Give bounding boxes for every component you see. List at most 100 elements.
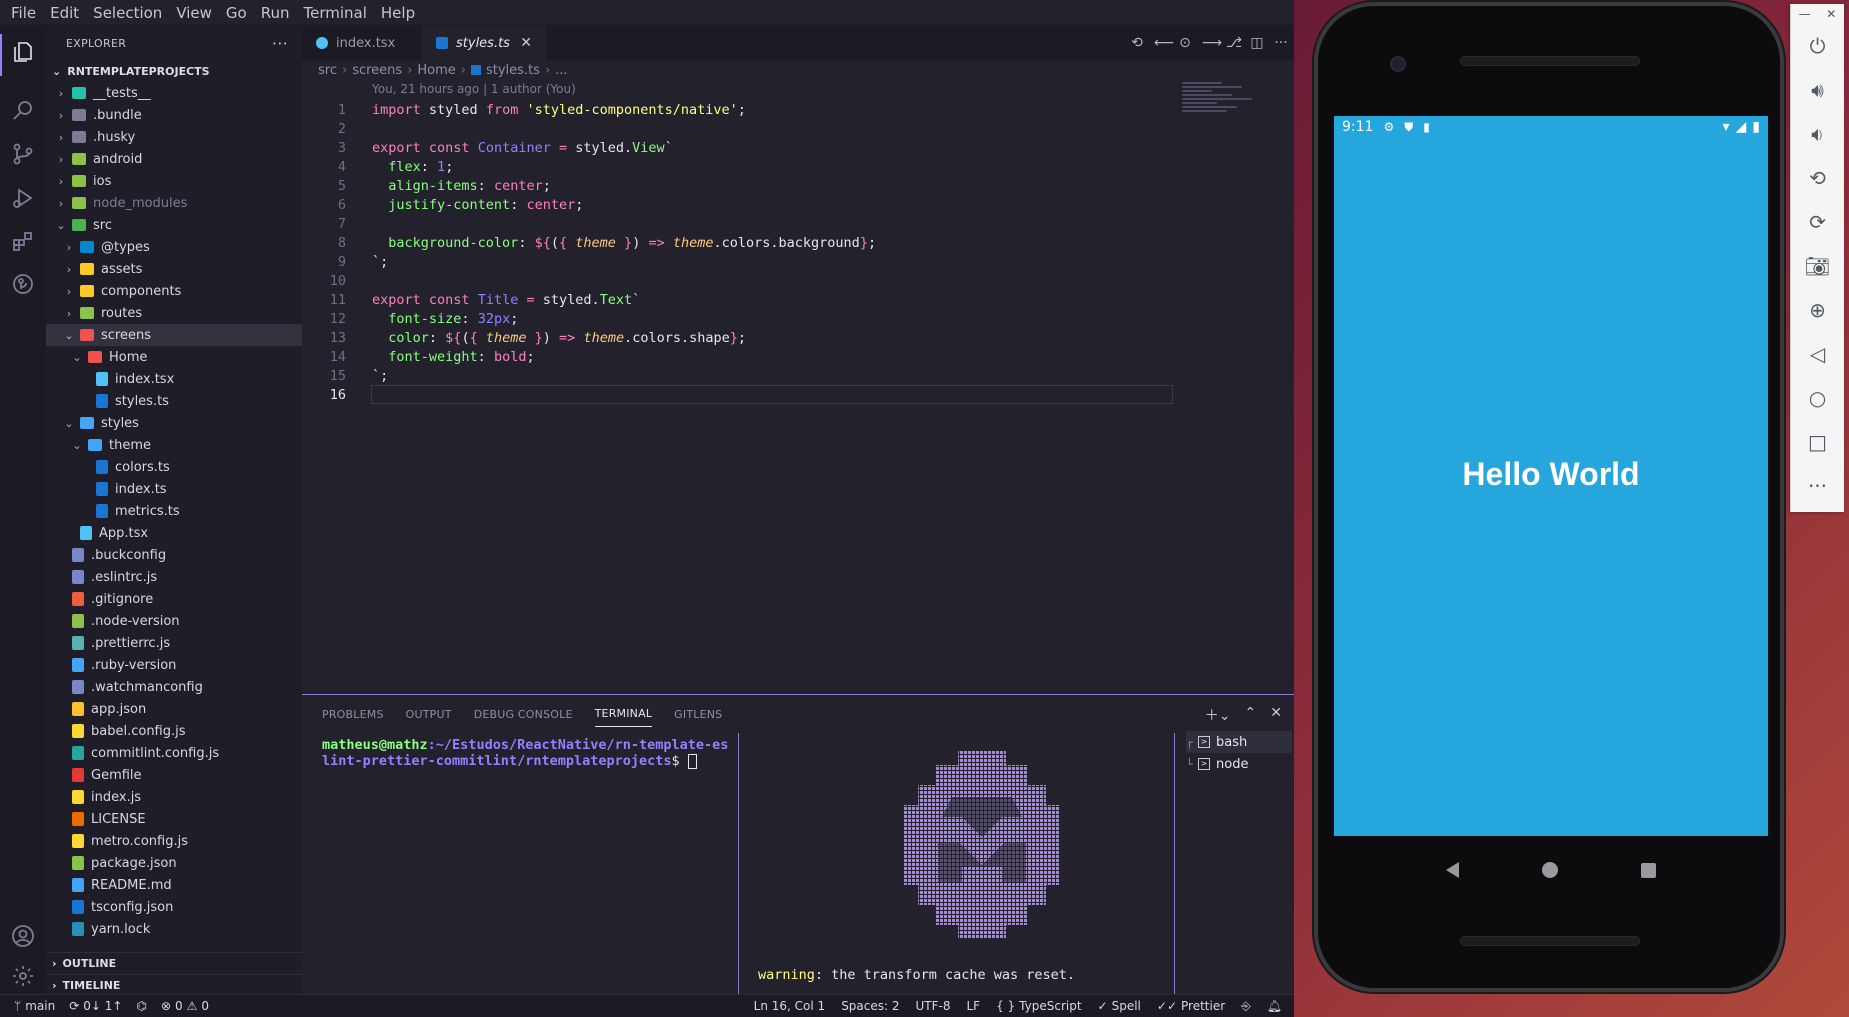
tree-folder[interactable]: ⌄ theme [46, 434, 302, 456]
tab-gitlens[interactable]: GITLENS [674, 702, 722, 727]
terminal-bash[interactable]: matheus@mathz:~/Estudos/ReactNative/rn-t… [322, 737, 736, 769]
more-options-icon[interactable]: ··· [1791, 464, 1844, 508]
tree-file[interactable]: package.json [46, 852, 302, 874]
volume-up-icon[interactable]: 🔊︎ [1791, 68, 1844, 112]
timeline-section[interactable]: › TIMELINE [46, 974, 302, 996]
rotate-right-icon[interactable]: ⟳ [1791, 200, 1844, 244]
tree-folder[interactable]: ⌄ screens [46, 324, 302, 346]
tab-output[interactable]: OUTPUT [406, 702, 452, 727]
tab-debug-console[interactable]: DEBUG CONSOLE [474, 702, 573, 727]
menu-run[interactable]: Run [254, 4, 297, 22]
terminal-list-divider[interactable] [1174, 733, 1175, 995]
explorer-icon[interactable] [9, 38, 37, 66]
breadcrumb-item[interactable]: ... [555, 63, 567, 78]
tree-file[interactable]: styles.ts [46, 390, 302, 412]
back-icon[interactable]: ◁ [1791, 332, 1844, 376]
project-root[interactable]: ⌄ RNTEMPLATEPROJECTS [46, 60, 302, 82]
terminal-item-node[interactable]: └ > node [1186, 753, 1292, 775]
tree-folder[interactable]: › assets [46, 258, 302, 280]
tree-file[interactable]: README.md [46, 874, 302, 896]
new-terminal-icon[interactable]: ＋⌄ [1205, 705, 1231, 725]
rotate-left-icon[interactable]: ⟲ [1791, 156, 1844, 200]
tree-folder[interactable]: › android [46, 148, 302, 170]
tree-folder[interactable]: › .husky [46, 126, 302, 148]
power-icon[interactable]: ⏻ [1791, 24, 1844, 68]
gitlens-compare-icon[interactable]: ⎇ [1226, 35, 1242, 51]
tree-file[interactable]: yarn.lock [46, 918, 302, 940]
tab-terminal[interactable]: TERMINAL [594, 701, 653, 727]
tree-folder[interactable]: ⌄ styles [46, 412, 302, 434]
tree-file[interactable]: Gemfile [46, 764, 302, 786]
indentation[interactable]: Spaces: 2 [841, 999, 899, 1013]
source-control-icon[interactable] [9, 140, 37, 168]
close-icon[interactable]: ✕ [520, 35, 532, 51]
more-actions-icon[interactable]: ··· [1274, 35, 1288, 51]
tree-file[interactable]: App.tsx [46, 522, 302, 544]
terminal-node[interactable]: warning: the transform cache was reset. [758, 967, 1075, 983]
camera-screenshot-icon[interactable]: 📷︎ [1791, 244, 1844, 288]
outline-section[interactable]: › OUTLINE [46, 952, 302, 974]
tree-file[interactable]: .prettierrc.js [46, 632, 302, 654]
tree-folder[interactable]: › ios [46, 170, 302, 192]
tree-file[interactable]: .ruby-version [46, 654, 302, 676]
tree-file[interactable]: .eslintrc.js [46, 566, 302, 588]
sync-status[interactable]: ⟳ 0↓ 1↑ [69, 999, 122, 1013]
back-button-icon[interactable] [1445, 862, 1459, 878]
close-icon[interactable]: ✕ [1826, 7, 1836, 21]
tree-folder[interactable]: › routes [46, 302, 302, 324]
account-icon[interactable] [9, 922, 37, 950]
commit-icon[interactable]: ⊙ [1178, 35, 1192, 51]
breadcrumb-item[interactable]: styles.ts [486, 63, 540, 78]
menu-help[interactable]: Help [374, 4, 422, 22]
tree-folder[interactable]: › __tests__ [46, 82, 302, 104]
maximize-panel-icon[interactable]: ⌃ [1245, 705, 1257, 725]
code-editor[interactable]: 1 import styled from 'styled-components/n… [302, 100, 1182, 404]
terminal-split-divider[interactable] [738, 733, 739, 995]
tree-file[interactable]: index.tsx [46, 368, 302, 390]
home-button-icon[interactable] [1541, 862, 1558, 878]
gitlens-blame-annotation[interactable]: You, 21 hours ago | 1 author (You) [372, 82, 576, 96]
volume-down-icon[interactable]: 🔉︎ [1791, 112, 1844, 156]
tree-folder[interactable]: › components [46, 280, 302, 302]
tree-file[interactable]: index.ts [46, 478, 302, 500]
home-icon[interactable]: ○ [1791, 376, 1844, 420]
menu-file[interactable]: File [4, 4, 43, 22]
tree-file[interactable]: babel.config.js [46, 720, 302, 742]
notifications-bell-icon[interactable]: 🔔︎ [1267, 999, 1282, 1013]
menu-terminal[interactable]: Terminal [297, 4, 374, 22]
terminal-item-bash[interactable]: ┌ > bash [1186, 731, 1292, 753]
menu-view[interactable]: View [169, 4, 219, 22]
recents-button-icon[interactable] [1641, 862, 1657, 878]
end-of-line[interactable]: LF [966, 999, 980, 1013]
tab-styles-ts[interactable]: styles.ts ✕ [422, 26, 546, 60]
menu-edit[interactable]: Edit [43, 4, 86, 22]
tab-problems[interactable]: PROBLEMS [322, 702, 384, 727]
more-actions-icon[interactable]: ··· [272, 34, 288, 53]
tree-file[interactable]: colors.ts [46, 456, 302, 478]
breadcrumb-item[interactable]: screens [352, 63, 402, 78]
tree-file[interactable]: app.json [46, 698, 302, 720]
extensions-icon[interactable] [9, 228, 37, 256]
close-panel-icon[interactable]: ✕ [1270, 705, 1282, 725]
tree-file[interactable]: metro.config.js [46, 830, 302, 852]
encoding[interactable]: UTF-8 [916, 999, 951, 1013]
tree-file[interactable]: index.js [46, 786, 302, 808]
tree-folder[interactable]: › .bundle [46, 104, 302, 126]
tree-file[interactable]: LICENSE [46, 808, 302, 830]
search-icon[interactable] [9, 96, 37, 124]
prettier-status[interactable]: ✓✓ Prettier [1157, 999, 1225, 1013]
previous-change-icon[interactable]: ⟵ [1154, 35, 1174, 51]
tree-file[interactable]: commitlint.config.js [46, 742, 302, 764]
tree-folder[interactable]: › node_modules [46, 192, 302, 214]
run-debug-icon[interactable] [9, 184, 37, 212]
minimize-icon[interactable]: — [1799, 7, 1811, 21]
tree-folder[interactable]: ⌄ src [46, 214, 302, 236]
zoom-icon[interactable]: ⊕ [1791, 288, 1844, 332]
menu-go[interactable]: Go [219, 4, 254, 22]
tree-file[interactable]: .buckconfig [46, 544, 302, 566]
cursor-position[interactable]: Ln 16, Col 1 [754, 999, 826, 1013]
breadcrumb-item[interactable]: Home [417, 63, 455, 78]
tree-folder[interactable]: › @types [46, 236, 302, 258]
minimap[interactable] [1182, 80, 1282, 140]
gitlens-status[interactable]: ⌬ [136, 999, 146, 1013]
